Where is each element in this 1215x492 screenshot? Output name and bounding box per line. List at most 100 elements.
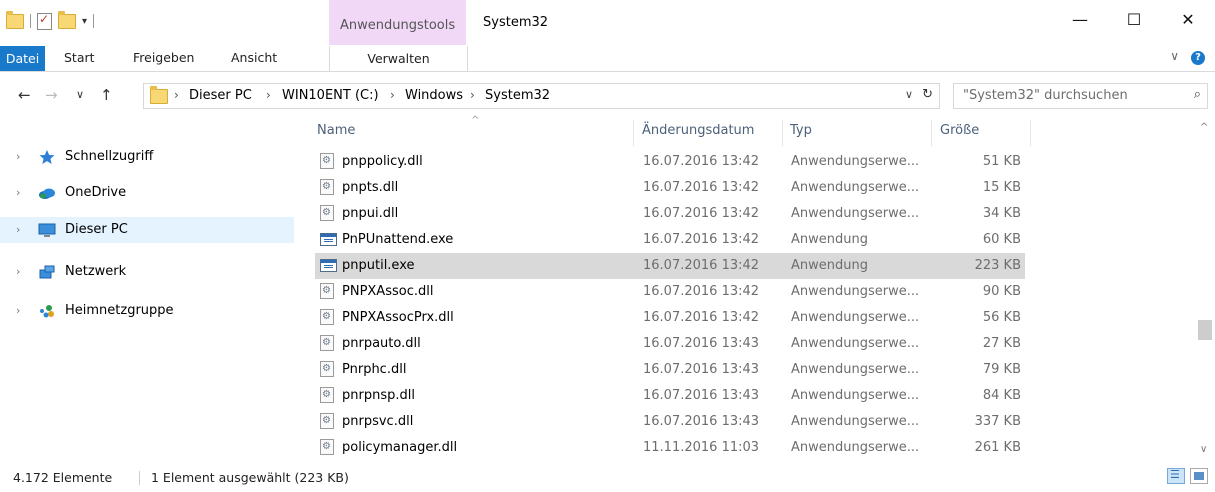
file-type: Anwendungserwe... [791, 206, 920, 221]
file-size: 223 KB [974, 258, 1021, 273]
breadcrumb-separator[interactable]: › [174, 88, 179, 102]
file-date: 16.07.2016 13:43 [643, 362, 760, 377]
tab-datei[interactable]: Datei [0, 46, 45, 71]
file-date: 16.07.2016 13:42 [643, 206, 760, 221]
computer-icon [38, 223, 56, 237]
chevron-right-icon[interactable]: › [16, 186, 20, 199]
tab-start[interactable]: Start [64, 50, 95, 65]
scroll-up-icon[interactable]: ^ [1200, 122, 1208, 133]
dll-file-icon [320, 361, 334, 377]
address-bar[interactable]: › Dieser PC › WIN10ENT (C:) › Windows › … [143, 83, 940, 109]
file-row[interactable]: pnpui.dll 16.07.2016 13:42 Anwendungserwe.… [315, 201, 1025, 227]
file-date: 11.11.2016 11:03 [643, 440, 760, 455]
chevron-right-icon[interactable]: › [16, 150, 20, 163]
file-name: pnpui.dll [342, 206, 399, 221]
file-type: Anwendungserwe... [791, 284, 920, 299]
file-row[interactable]: Pnrphc.dll 16.07.2016 13:43 Anwendungserwe… [315, 357, 1025, 383]
search-input[interactable]: "System32" durchsuchen ⌕ [953, 83, 1208, 109]
file-size: 90 KB [982, 284, 1021, 299]
status-bar: 4.172 Elemente 1 Element ausgewählt (223… [0, 462, 1215, 492]
tab-freigeben[interactable]: Freigeben [133, 50, 194, 65]
expand-ribbon-icon[interactable]: ∨ [1170, 49, 1179, 63]
file-type: Anwendungserwe... [791, 180, 920, 195]
customize-toolbar-icon[interactable]: ▾ [82, 16, 87, 27]
forward-button[interactable]: → [45, 86, 58, 104]
breadcrumb-separator[interactable]: › [470, 88, 475, 102]
column-divider[interactable] [1030, 120, 1031, 146]
file-list: Name ^ Änderungsdatum Typ Größe pnppolic… [300, 115, 1195, 461]
column-divider[interactable] [931, 120, 932, 146]
file-type: Anwendung [791, 258, 868, 273]
nav-item-schnellzugriff[interactable]: › Schnellzugriff [0, 144, 294, 170]
file-name: Pnrphc.dll [342, 362, 407, 377]
breadcrumb-drive[interactable]: WIN10ENT (C:) [282, 88, 379, 103]
file-size: 56 KB [982, 310, 1021, 325]
file-row[interactable]: pnppolicy.dll 16.07.2016 13:42 Anwendungse… [315, 149, 1025, 175]
network-icon [39, 265, 55, 279]
file-type: Anwendungserwe... [791, 362, 920, 377]
file-row[interactable]: pnputil.exe 16.07.2016 13:42 Anwendung 223 … [315, 253, 1025, 279]
file-name: PnPUnattend.exe [342, 232, 454, 247]
breadcrumb-dieser-pc[interactable]: Dieser PC [189, 88, 252, 103]
chevron-right-icon[interactable]: › [16, 265, 20, 278]
breadcrumb-system32[interactable]: System32 [485, 88, 550, 103]
dll-file-icon [320, 439, 334, 455]
vertical-scrollbar[interactable]: ^ ∨ [1195, 120, 1215, 460]
application-icon [320, 259, 337, 272]
search-placeholder: "System32" durchsuchen [963, 88, 1128, 103]
file-row[interactable]: PNPXAssoc.dll 16.07.2016 13:42 Anwendungse… [315, 279, 1025, 305]
chevron-right-icon[interactable]: › [16, 223, 20, 236]
star-icon [39, 150, 55, 164]
column-divider[interactable] [782, 120, 783, 146]
breadcrumb-windows[interactable]: Windows [405, 88, 463, 103]
dll-file-icon [320, 387, 334, 403]
nav-item-dieser-pc[interactable]: › Dieser PC [0, 217, 294, 243]
file-type: Anwendungserwe... [791, 440, 920, 455]
file-row[interactable]: PnPUnattend.exe 16.07.2016 13:42 Anwendung… [315, 227, 1025, 253]
up-button[interactable]: ↑ [100, 86, 113, 104]
file-row[interactable]: pnrpnsp.dll 16.07.2016 13:43 Anwendungserw… [315, 383, 1025, 409]
nav-item-heimnetzgruppe[interactable]: › Heimnetzgruppe [0, 298, 294, 324]
details-view-button[interactable] [1167, 468, 1185, 484]
file-date: 16.07.2016 13:42 [643, 258, 760, 273]
column-header-size[interactable]: Größe [940, 123, 979, 138]
help-icon[interactable]: ? [1191, 51, 1205, 65]
column-header-type[interactable]: Typ [790, 123, 812, 138]
maximize-button[interactable]: ☐ [1114, 10, 1154, 29]
large-icons-view-button[interactable] [1190, 468, 1208, 484]
back-button[interactable]: ← [18, 86, 31, 104]
file-row[interactable]: PNPXAssocPrx.dll 16.07.2016 13:42 Anwendun… [315, 305, 1025, 331]
nav-item-onedrive[interactable]: › OneDrive [0, 180, 294, 206]
ribbon-tabs: Datei Start Freigeben Ansicht Verwalten … [0, 46, 1215, 72]
properties-icon[interactable] [37, 12, 52, 30]
status-separator [139, 471, 140, 485]
scroll-down-icon[interactable]: ∨ [1200, 444, 1207, 455]
tab-ansicht[interactable]: Ansicht [231, 50, 277, 65]
column-header-name[interactable]: Name ^ [317, 115, 479, 138]
file-name: pnrpauto.dll [342, 336, 421, 351]
new-folder-icon[interactable] [58, 10, 76, 29]
file-row[interactable]: policymanager.dll 11.11.2016 11:03 Anwendu… [315, 435, 1025, 461]
breadcrumb-separator[interactable]: › [390, 88, 395, 102]
minimize-button[interactable]: — [1060, 10, 1100, 29]
column-divider[interactable] [633, 120, 634, 146]
context-tab-group-label: Anwendungstools [340, 18, 456, 33]
nav-label: Dieser PC [65, 222, 128, 237]
file-row[interactable]: pnrpsvc.dll 16.07.2016 13:43 Anwendungserw… [315, 409, 1025, 435]
refresh-icon[interactable]: ↻ [922, 87, 933, 102]
item-count: 4.172 Elemente [13, 470, 113, 485]
recent-locations-button[interactable]: ∨ [76, 88, 84, 101]
breadcrumb-separator[interactable]: › [266, 88, 271, 102]
tab-verwalten[interactable]: Verwalten [329, 46, 468, 71]
search-icon[interactable]: ⌕ [1194, 87, 1201, 102]
nav-label: Schnellzugriff [65, 149, 154, 164]
close-button[interactable]: ✕ [1168, 10, 1208, 29]
chevron-right-icon[interactable]: › [16, 304, 20, 317]
file-row[interactable]: pnrpauto.dll 16.07.2016 13:43 Anwendungser… [315, 331, 1025, 357]
nav-item-netzwerk[interactable]: › Netzwerk [0, 259, 294, 285]
column-header-date[interactable]: Änderungsdatum [642, 123, 754, 138]
address-dropdown-icon[interactable]: ∨ [905, 88, 913, 101]
file-row[interactable]: pnpts.dll 16.07.2016 13:42 Anwendungserwe.… [315, 175, 1025, 201]
file-name: pnrpsvc.dll [342, 414, 414, 429]
scrollbar-thumb[interactable] [1198, 320, 1212, 340]
